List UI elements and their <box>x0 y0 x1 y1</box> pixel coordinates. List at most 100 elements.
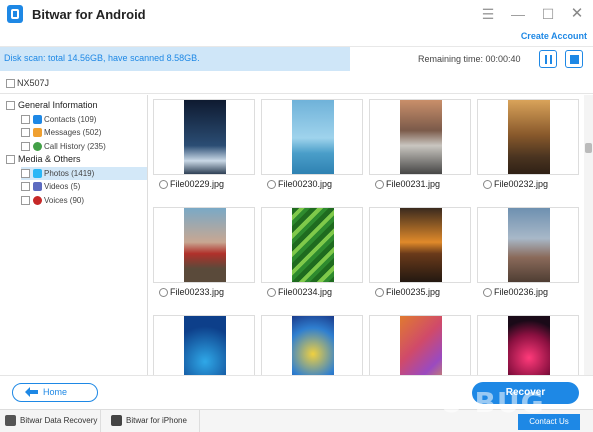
scan-status-text: Disk scan: total 14.56GB, have scanned 8… <box>4 53 200 63</box>
voices-label: Voices (90) <box>44 196 85 205</box>
photo-checkbox[interactable] <box>267 180 276 190</box>
sidebar-item-videos[interactable]: Videos (5) <box>21 180 147 193</box>
home-button[interactable]: Home <box>12 383 98 402</box>
stop-button[interactable] <box>565 50 583 68</box>
app-title: Bitwar for Android <box>32 7 146 22</box>
tab-bitwar-for-iphone[interactable]: Bitwar for iPhone <box>106 410 200 432</box>
scan-status-bar: Disk scan: total 14.56GB, have scanned 8… <box>0 46 593 71</box>
call-history-checkbox[interactable] <box>21 142 30 152</box>
messages-label: Messages (502) <box>44 128 102 137</box>
photo-grid: File00229.jpg File00230.jpg File00231.jp… <box>149 95 584 375</box>
photo-thumbnail[interactable] <box>261 207 363 283</box>
photo-thumbnail[interactable] <box>153 315 255 375</box>
photo-filename: File00235.jpg <box>386 287 441 297</box>
home-label: Home <box>42 387 67 397</box>
photo-checkbox[interactable] <box>483 288 492 298</box>
menu-icon[interactable]: ☰ <box>478 4 498 24</box>
photo-checkbox[interactable] <box>267 288 276 298</box>
photos-label: Photos (1419) <box>44 169 95 178</box>
sidebar-item-contacts[interactable]: Contacts (109) <box>21 113 147 126</box>
device-bar: NX507J <box>0 72 593 94</box>
photo-image <box>400 316 442 375</box>
photo-caption[interactable]: File00230.jpg <box>267 179 333 190</box>
pause-button[interactable] <box>539 50 557 68</box>
media-others-group[interactable]: Media & Others <box>6 154 81 165</box>
photo-caption[interactable]: File00229.jpg <box>159 179 225 190</box>
media-checkbox[interactable] <box>6 155 15 165</box>
back-arrow-icon <box>25 387 38 397</box>
photo-caption[interactable]: File00235.jpg <box>375 287 441 298</box>
photo-filename: File00232.jpg <box>494 179 549 189</box>
photo-filename: File00229.jpg <box>170 179 225 189</box>
photo-filename: File00236.jpg <box>494 287 549 297</box>
contacts-checkbox[interactable] <box>21 115 30 125</box>
photo-filename: File00230.jpg <box>278 179 333 189</box>
scroll-thumb[interactable] <box>585 143 592 153</box>
app-logo-icon <box>7 5 23 23</box>
media-label: Media & Others <box>18 154 81 164</box>
contacts-label: Contacts (109) <box>44 115 97 124</box>
photo-checkbox[interactable] <box>159 288 168 298</box>
general-checkbox[interactable] <box>6 101 15 111</box>
photo-thumbnail[interactable] <box>153 207 255 283</box>
photo-caption[interactable]: File00232.jpg <box>483 179 549 190</box>
device-selector[interactable]: NX507J <box>6 78 49 89</box>
photo-caption[interactable]: File00236.jpg <box>483 287 549 298</box>
photo-thumbnail[interactable] <box>153 99 255 175</box>
maximize-icon[interactable]: ☐ <box>538 4 558 24</box>
call-history-label: Call History (235) <box>44 142 106 151</box>
iphone-icon <box>111 415 122 426</box>
photo-filename: File00231.jpg <box>386 179 441 189</box>
voices-checkbox[interactable] <box>21 196 30 206</box>
sidebar-item-photos[interactable]: Photos (1419) <box>21 167 147 180</box>
photo-filename: File00234.jpg <box>278 287 333 297</box>
photos-icon <box>33 169 42 179</box>
photo-image <box>400 100 442 174</box>
photo-image <box>508 100 550 174</box>
tab-iphone-label: Bitwar for iPhone <box>126 416 187 425</box>
photo-thumbnail[interactable] <box>369 99 471 175</box>
minimize-icon[interactable]: — <box>508 4 528 24</box>
general-information-group[interactable]: General Information <box>6 100 98 111</box>
photo-thumbnail[interactable] <box>477 207 579 283</box>
videos-checkbox[interactable] <box>21 182 30 192</box>
remaining-time: Remaining time: 00:00:40 <box>418 54 521 64</box>
photo-checkbox[interactable] <box>375 180 384 190</box>
create-account-link[interactable]: Create Account <box>521 31 587 41</box>
photo-filename: File00233.jpg <box>170 287 225 297</box>
photo-caption[interactable]: File00231.jpg <box>375 179 441 190</box>
sidebar-item-voices[interactable]: Voices (90) <box>21 194 147 207</box>
tab-bitwar-data-recovery[interactable]: Bitwar Data Recovery <box>0 410 101 432</box>
photo-checkbox[interactable] <box>483 180 492 190</box>
sidebar-item-call-history[interactable]: Call History (235) <box>21 140 147 153</box>
photo-image <box>292 100 334 174</box>
photo-caption[interactable]: File00234.jpg <box>267 287 333 298</box>
photo-image <box>184 316 226 375</box>
grid-scrollbar[interactable] <box>584 95 593 375</box>
close-icon[interactable]: ✕ <box>567 4 587 24</box>
photos-checkbox[interactable] <box>21 169 30 179</box>
photo-checkbox[interactable] <box>159 180 168 190</box>
photo-thumbnail[interactable] <box>369 207 471 283</box>
messages-icon <box>33 128 42 138</box>
photo-thumbnail[interactable] <box>261 315 363 375</box>
photo-thumbnail[interactable] <box>369 315 471 375</box>
phone-icon <box>33 142 42 152</box>
photo-thumbnail[interactable] <box>477 99 579 175</box>
device-checkbox[interactable] <box>6 79 15 89</box>
photo-thumbnail[interactable] <box>477 315 579 375</box>
data-recovery-icon <box>5 415 16 426</box>
photo-thumbnail[interactable] <box>261 99 363 175</box>
photo-image <box>508 316 550 375</box>
title-bar: Bitwar for Android ☰ — ☐ ✕ <box>0 0 593 28</box>
photo-caption[interactable]: File00233.jpg <box>159 287 225 298</box>
contacts-icon <box>33 115 42 125</box>
videos-label: Videos (5) <box>44 182 81 191</box>
photo-checkbox[interactable] <box>375 288 384 298</box>
voice-icon <box>33 196 42 206</box>
messages-checkbox[interactable] <box>21 128 30 138</box>
app-window: Bitwar for Android ☰ — ☐ ✕ Create Accoun… <box>0 0 593 432</box>
general-label: General Information <box>18 100 98 110</box>
sidebar-item-messages[interactable]: Messages (502) <box>21 126 147 139</box>
photo-image <box>292 208 334 282</box>
